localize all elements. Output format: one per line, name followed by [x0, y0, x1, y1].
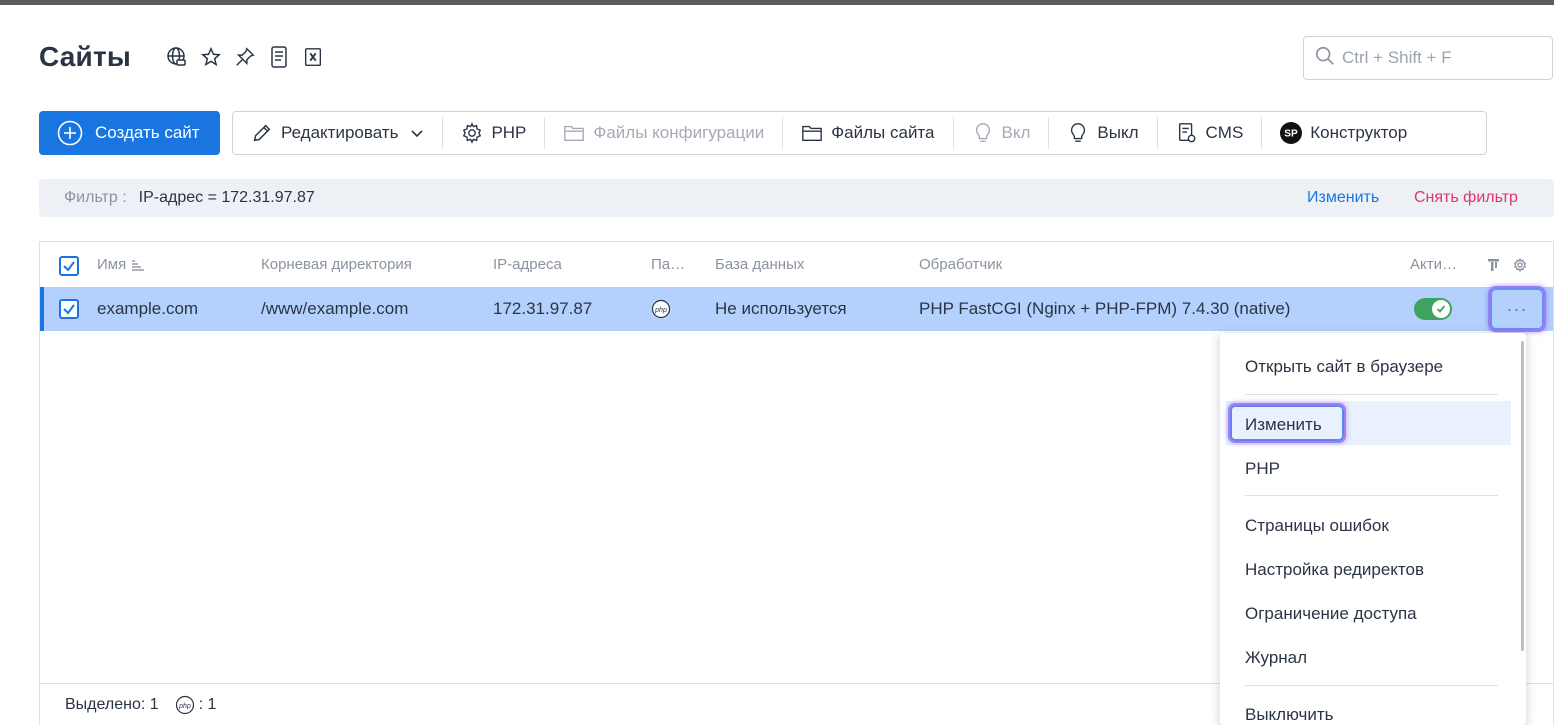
scroll-icon[interactable]: [267, 45, 291, 69]
page-title: Сайты: [39, 41, 131, 72]
gear-icon[interactable]: [1513, 257, 1527, 276]
config-files-button[interactable]: Файлы конфигурации: [545, 112, 782, 154]
svg-text:SP: SP: [1285, 129, 1299, 140]
menu-item-log[interactable]: Журнал: [1245, 648, 1307, 668]
table-header: Имя Корневая директория IP-адреса Па… Ба…: [40, 242, 1553, 287]
menu-divider: [1245, 495, 1498, 496]
filter-bar: Фильтр : IP-адрес = 172.31.97.87 Изменит…: [39, 179, 1554, 217]
globe-icon[interactable]: [165, 45, 189, 69]
context-menu: Открыть сайт в браузере Изменить PHP Стр…: [1220, 333, 1526, 725]
column-header-handler[interactable]: Обработчик: [919, 256, 1002, 273]
title-icon-bar: [165, 45, 325, 69]
column-header-params[interactable]: Па…: [651, 256, 685, 273]
site-files-button[interactable]: Файлы сайта: [783, 112, 952, 154]
site-ip: 172.31.97.87: [493, 299, 593, 318]
column-header-name[interactable]: Имя: [97, 256, 126, 273]
column-header-ip[interactable]: IP-адреса: [493, 256, 562, 273]
filter-value: IP-адрес = 172.31.97.87: [138, 189, 315, 206]
folder-icon: [801, 122, 823, 144]
site-root: /www/example.com: [261, 299, 409, 318]
selected-count: Выделено: 1: [65, 696, 159, 713]
column-header-active[interactable]: Акти…: [1410, 256, 1457, 273]
php-count: : 1: [198, 696, 217, 713]
php-button[interactable]: PHP: [443, 112, 544, 154]
enable-label: Вкл: [1001, 123, 1031, 142]
search-box[interactable]: [1303, 36, 1553, 80]
row-more-button[interactable]: ···: [1488, 286, 1546, 332]
plus-circle-icon: [57, 120, 83, 146]
row-checkbox[interactable]: [59, 299, 79, 319]
menu-scrollbar[interactable]: [1521, 341, 1524, 651]
check-icon: [1432, 300, 1450, 318]
builder-button[interactable]: SP Конструктор: [1262, 112, 1425, 154]
menu-divider: [1245, 394, 1498, 395]
gear-icon: [461, 122, 483, 144]
php-label: PHP: [491, 123, 527, 142]
site-database: Не используется: [715, 299, 847, 318]
site-files-label: Файлы сайта: [831, 123, 935, 142]
menu-item-access-restriction[interactable]: Ограничение доступа: [1245, 604, 1417, 624]
pencil-icon: [251, 122, 273, 144]
menu-item-redirects[interactable]: Настройка редиректов: [1245, 560, 1424, 580]
svg-text:php: php: [178, 703, 191, 710]
search-icon: [1314, 45, 1336, 72]
star-icon[interactable]: [199, 45, 223, 69]
config-files-label: Файлы конфигурации: [593, 123, 765, 142]
builder-label: Конструктор: [1310, 123, 1408, 142]
lightbulb-icon: [1067, 122, 1089, 144]
lightbulb-icon: [972, 122, 994, 144]
select-all-checkbox[interactable]: [59, 256, 79, 276]
edit-label: Редактировать: [281, 123, 399, 142]
sort-icon[interactable]: [131, 259, 145, 276]
php-icon: php: [651, 299, 671, 324]
excel-icon[interactable]: [301, 45, 325, 69]
create-site-button[interactable]: Создать сайт: [39, 111, 220, 155]
column-header-database[interactable]: База данных: [715, 256, 804, 273]
disable-button[interactable]: Выкл: [1049, 112, 1156, 154]
menu-item-open-in-browser[interactable]: Открыть сайт в браузере: [1245, 357, 1443, 377]
chevron-down-icon: [410, 126, 424, 140]
change-filter-link[interactable]: Изменить: [1307, 189, 1379, 207]
filter-label: Фильтр :: [64, 189, 127, 206]
folder-icon: [563, 122, 585, 144]
menu-item-error-pages[interactable]: Страницы ошибок: [1245, 516, 1389, 536]
sitepro-logo-icon: SP: [1280, 122, 1303, 144]
svg-text:php: php: [654, 307, 667, 314]
table-row[interactable]: example.com /www/example.com 172.31.97.8…: [40, 286, 1553, 332]
enable-button[interactable]: Вкл: [954, 112, 1049, 154]
site-handler: PHP FastCGI (Nginx + PHP-FPM) 7.4.30 (na…: [919, 299, 1291, 318]
edit-button[interactable]: Редактировать: [233, 112, 442, 154]
pin-icon[interactable]: [233, 45, 257, 69]
php-icon: php: [175, 695, 195, 715]
site-name: example.com: [97, 299, 199, 318]
menu-item-disable[interactable]: Выключить: [1245, 705, 1333, 725]
search-input[interactable]: [1342, 48, 1542, 68]
menu-item-edit[interactable]: Изменить: [1245, 415, 1322, 435]
top-bar: [0, 0, 1554, 5]
remove-filter-link[interactable]: Снять фильтр: [1414, 189, 1518, 207]
create-site-label: Создать сайт: [95, 123, 200, 142]
document-gear-icon: [1176, 122, 1198, 144]
column-filter-icon[interactable]: [1487, 258, 1501, 276]
toolbar: Редактировать PHP Файлы конфигурации Фай…: [232, 111, 1487, 155]
column-header-root[interactable]: Корневая директория: [261, 256, 412, 273]
active-toggle[interactable]: [1414, 298, 1452, 320]
menu-item-php[interactable]: PHP: [1245, 459, 1280, 479]
menu-divider: [1245, 685, 1498, 686]
disable-label: Выкл: [1097, 123, 1139, 142]
cms-label: CMS: [1205, 123, 1244, 142]
cms-button[interactable]: CMS: [1158, 112, 1262, 154]
